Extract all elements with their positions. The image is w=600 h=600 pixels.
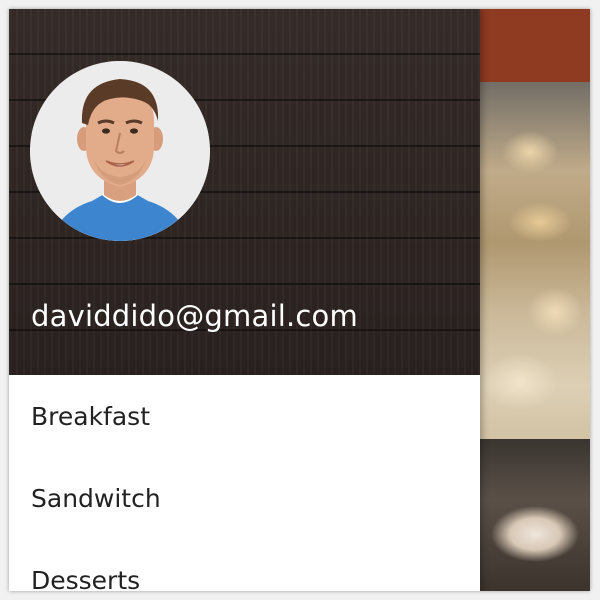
profile-photo-icon	[30, 61, 210, 241]
app-bar	[480, 9, 590, 82]
account-email[interactable]: daviddido@gmail.com	[31, 299, 358, 333]
navigation-drawer: daviddido@gmail.com Breakfast Sandwitch …	[9, 9, 480, 591]
food-card-image[interactable]	[480, 82, 590, 439]
menu-item-sandwitch[interactable]: Sandwitch	[9, 457, 480, 539]
avatar[interactable]	[30, 61, 210, 241]
main-content	[480, 9, 590, 591]
menu-item-desserts[interactable]: Desserts	[9, 539, 480, 592]
menu-item-breakfast[interactable]: Breakfast	[9, 375, 480, 457]
drawer-menu: Breakfast Sandwitch Desserts	[9, 375, 480, 592]
food-card-image[interactable]	[480, 439, 590, 591]
drawer-header: daviddido@gmail.com	[9, 9, 480, 375]
app-window: daviddido@gmail.com Breakfast Sandwitch …	[9, 9, 590, 591]
